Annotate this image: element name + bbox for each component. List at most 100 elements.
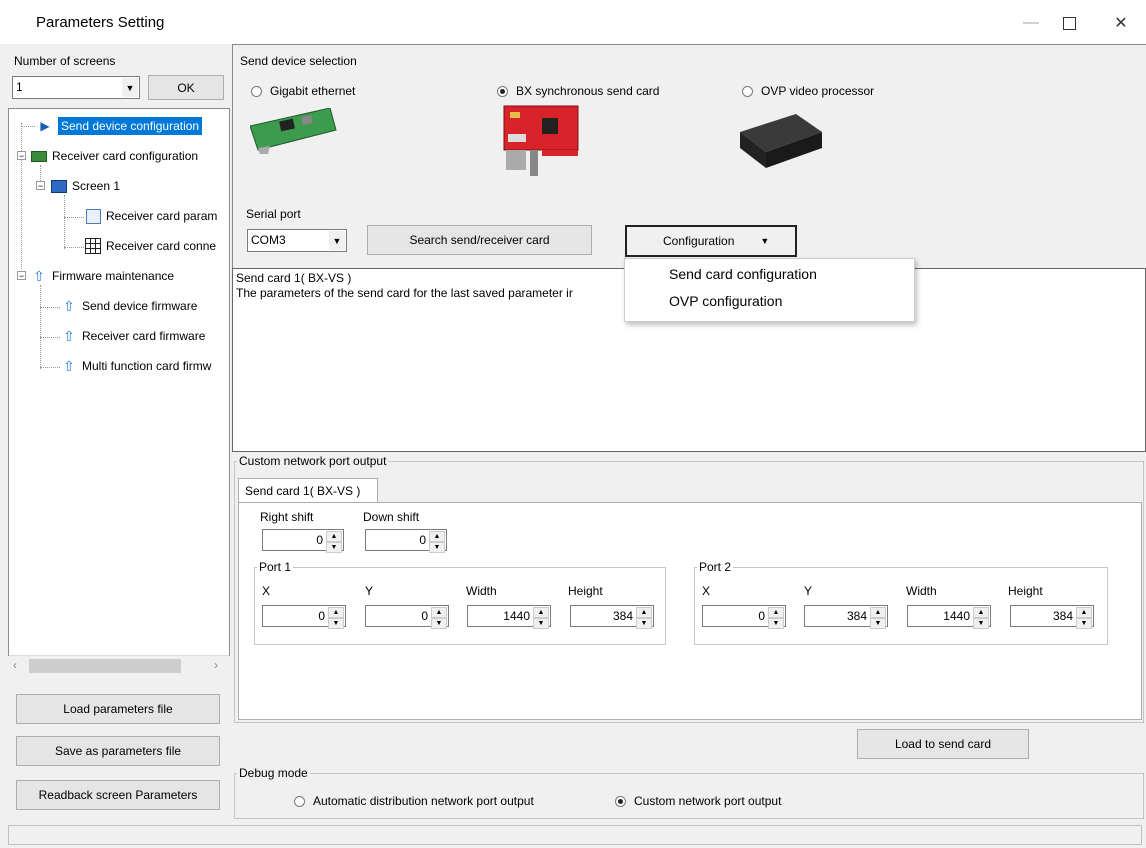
down-shift-label: Down shift	[363, 510, 420, 524]
spin-down-icon[interactable]: ▼	[1076, 618, 1092, 629]
chevron-down-icon: ▼	[760, 236, 770, 246]
radio-gigabit-ethernet[interactable]: Gigabit ethernet	[251, 84, 355, 98]
spin-down-icon[interactable]: ▼	[431, 618, 447, 629]
scroll-right-icon[interactable]: ›	[214, 658, 218, 672]
spin-down-icon[interactable]: ▼	[870, 618, 886, 629]
screens-label: Number of screens	[14, 54, 116, 68]
ok-button[interactable]: OK	[148, 75, 224, 100]
port-2-y-spinner[interactable]: 384 ▲ ▼	[804, 605, 888, 629]
radio-automatic-distribution[interactable]: Automatic distribution network port outp…	[294, 794, 534, 808]
window-title: Parameters Setting	[36, 14, 165, 31]
send-device-section-label: Send device selection	[240, 54, 357, 68]
spin-down-icon[interactable]: ▼	[973, 618, 989, 629]
tree-item-receiver-card-connection[interactable]: Receiver card conne	[85, 235, 216, 257]
port-1-height-spinner[interactable]: 384 ▲ ▼	[570, 605, 654, 629]
load-to-send-card-button[interactable]: Load to send card	[857, 729, 1029, 759]
port-1-x-label: X	[262, 584, 271, 598]
spin-up-icon[interactable]: ▲	[431, 607, 447, 618]
tree-item-screen-1[interactable]: Screen 1	[51, 175, 120, 197]
radio-bx-synchronous-send-card[interactable]: BX synchronous send card	[497, 84, 659, 98]
upload-arrow-icon: ⇧	[63, 327, 75, 344]
down-shift-spinner[interactable]: 0 ▲ ▼	[365, 529, 447, 553]
monitor-icon	[51, 178, 67, 194]
port-2-height-label: Height	[1008, 584, 1043, 598]
configuration-menu-button[interactable]: Configuration ▼	[625, 225, 797, 257]
spin-up-icon[interactable]: ▲	[636, 607, 652, 618]
port-1-x-spinner[interactable]: 0 ▲ ▼	[262, 605, 346, 629]
spin-up-icon[interactable]: ▲	[870, 607, 886, 618]
upload-folder-icon: ⇧	[33, 267, 45, 284]
card-icon	[31, 148, 47, 164]
search-send-receiver-card-button[interactable]: Search send/receiver card	[367, 225, 592, 255]
settings-tree: − − − ▶ Send device configuration Receiv…	[8, 108, 230, 656]
radio-custom-network-port-output[interactable]: Custom network port output	[615, 794, 781, 808]
spin-up-icon[interactable]: ▲	[973, 607, 989, 618]
title-bar	[0, 0, 1146, 44]
port-1-width-label: Width	[466, 584, 497, 598]
port-2-height-spinner[interactable]: 384 ▲ ▼	[1010, 605, 1094, 629]
readback-screen-parameters-button[interactable]: Readback screen Parameters	[16, 780, 220, 810]
maximize-icon	[1062, 16, 1076, 30]
screens-select[interactable]: 1 ▼	[12, 76, 140, 99]
port-2-x-spinner[interactable]: 0 ▲ ▼	[702, 605, 786, 629]
chevron-down-icon: ▼	[329, 231, 345, 250]
serial-port-label: Serial port	[246, 207, 301, 221]
spin-up-icon[interactable]: ▲	[328, 607, 344, 618]
spin-up-icon[interactable]: ▲	[326, 531, 342, 542]
close-icon: ✕	[1114, 15, 1128, 32]
info-line-1: Send card 1( BX-VS )	[236, 271, 352, 285]
tree-item-receiver-card-param[interactable]: Receiver card param	[85, 205, 217, 227]
spin-down-icon[interactable]: ▼	[328, 618, 344, 629]
spin-down-icon[interactable]: ▼	[429, 542, 445, 553]
right-shift-label: Right shift	[260, 510, 314, 524]
maximize-button[interactable]	[1046, 8, 1092, 38]
tree-item-receiver-card-firmware[interactable]: ⇧ Receiver card firmware	[61, 325, 205, 347]
menu-item-send-card-configuration[interactable]: Send card configuration	[669, 266, 817, 282]
list-icon	[85, 208, 101, 224]
scroll-left-icon[interactable]: ‹	[13, 658, 17, 672]
collapse-toggle[interactable]: −	[36, 181, 45, 191]
tree-item-receiver-card-configuration[interactable]: Receiver card configuration	[31, 145, 198, 167]
info-line-2: The parameters of the send card for the …	[236, 286, 573, 300]
collapse-toggle[interactable]: −	[17, 151, 26, 161]
port-1-height-label: Height	[568, 584, 603, 598]
tree-item-send-device-firmware[interactable]: ⇧ Send device firmware	[61, 295, 197, 317]
tree-horizontal-scrollbar[interactable]: ‹ ›	[9, 655, 229, 676]
tree-item-multi-function-card-firmware[interactable]: ⇧ Multi function card firmw	[61, 355, 211, 377]
close-button[interactable]: ✕	[1098, 8, 1144, 38]
menu-item-ovp-configuration[interactable]: OVP configuration	[669, 293, 782, 309]
spin-down-icon[interactable]: ▼	[326, 542, 342, 553]
port-2-y-label: Y	[804, 584, 813, 598]
ovp-video-processor-image	[740, 114, 822, 168]
spin-up-icon[interactable]: ▲	[429, 531, 445, 542]
right-shift-spinner[interactable]: 0 ▲ ▼	[262, 529, 344, 553]
port-1-width-spinner[interactable]: 1440 ▲ ▼	[467, 605, 551, 629]
tab-send-card-1[interactable]: Send card 1( BX-VS )	[238, 478, 378, 502]
spin-up-icon[interactable]: ▲	[1076, 607, 1092, 618]
tree-item-send-device-configuration[interactable]: ▶ Send device configuration	[37, 115, 203, 137]
collapse-toggle[interactable]: −	[17, 271, 26, 281]
play-arrow-icon: ▶	[40, 119, 50, 133]
upload-arrow-icon: ⇧	[63, 357, 75, 374]
spin-down-icon[interactable]: ▼	[768, 618, 784, 629]
status-bar	[8, 825, 1142, 845]
port-1-y-spinner[interactable]: 0 ▲ ▼	[365, 605, 449, 629]
scrollbar-thumb[interactable]	[29, 659, 181, 673]
port-1-y-label: Y	[365, 584, 374, 598]
gigabit-ethernet-card-image	[250, 108, 337, 154]
radio-ovp-video-processor[interactable]: OVP video processor	[742, 84, 874, 98]
port-2-width-spinner[interactable]: 1440 ▲ ▼	[907, 605, 991, 629]
grid-icon	[85, 238, 101, 254]
spin-up-icon[interactable]: ▲	[768, 607, 784, 618]
tree-item-firmware-maintenance[interactable]: ⇧ Firmware maintenance	[31, 265, 174, 287]
spin-down-icon[interactable]: ▼	[636, 618, 652, 629]
serial-port-select[interactable]: COM3 ▼	[247, 229, 347, 252]
port-2-x-label: X	[702, 584, 711, 598]
save-parameters-file-button[interactable]: Save as parameters file	[16, 736, 220, 766]
bx-send-card-image	[503, 105, 579, 176]
load-parameters-file-button[interactable]: Load parameters file	[16, 694, 220, 724]
port-2-width-label: Width	[906, 584, 937, 598]
minimize-icon: —	[1023, 14, 1039, 31]
spin-down-icon[interactable]: ▼	[533, 618, 549, 629]
spin-up-icon[interactable]: ▲	[533, 607, 549, 618]
